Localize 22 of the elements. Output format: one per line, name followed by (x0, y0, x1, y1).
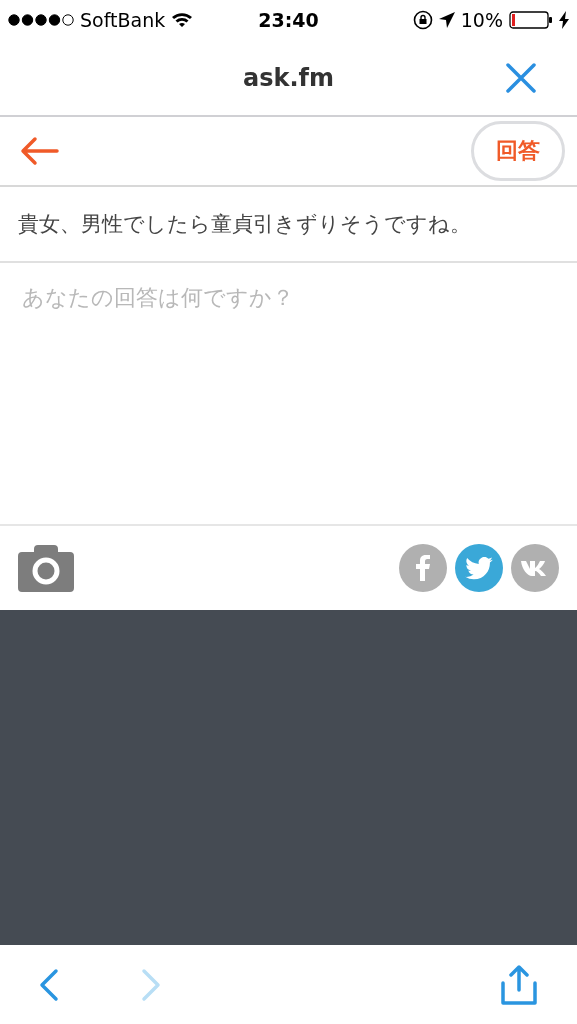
location-arrow-icon (438, 12, 455, 28)
clock-time: 23:40 (258, 9, 319, 31)
signal-icon (8, 14, 74, 26)
rotation-lock-icon (412, 10, 433, 30)
close-button[interactable] (505, 62, 537, 94)
share-button[interactable] (399, 544, 447, 592)
charging-bolt-icon (559, 11, 569, 29)
answer-button[interactable]: 回答 (471, 121, 565, 181)
wifi-icon (171, 12, 194, 28)
camera-icon[interactable] (18, 544, 74, 592)
facebook-icon (416, 555, 430, 581)
carrier-name: SoftBank (80, 9, 166, 31)
battery-icon (509, 11, 553, 29)
battery-percent: 10% (460, 9, 503, 31)
share-button[interactable] (511, 544, 559, 592)
page-title: ask.fm (243, 63, 334, 92)
share-button[interactable] (455, 544, 503, 592)
share-icon[interactable] (499, 964, 539, 1005)
bird-icon (465, 556, 493, 580)
back-arrow-button[interactable] (20, 136, 60, 166)
back-button[interactable] (38, 967, 60, 1002)
vk-logo-icon (521, 560, 549, 576)
